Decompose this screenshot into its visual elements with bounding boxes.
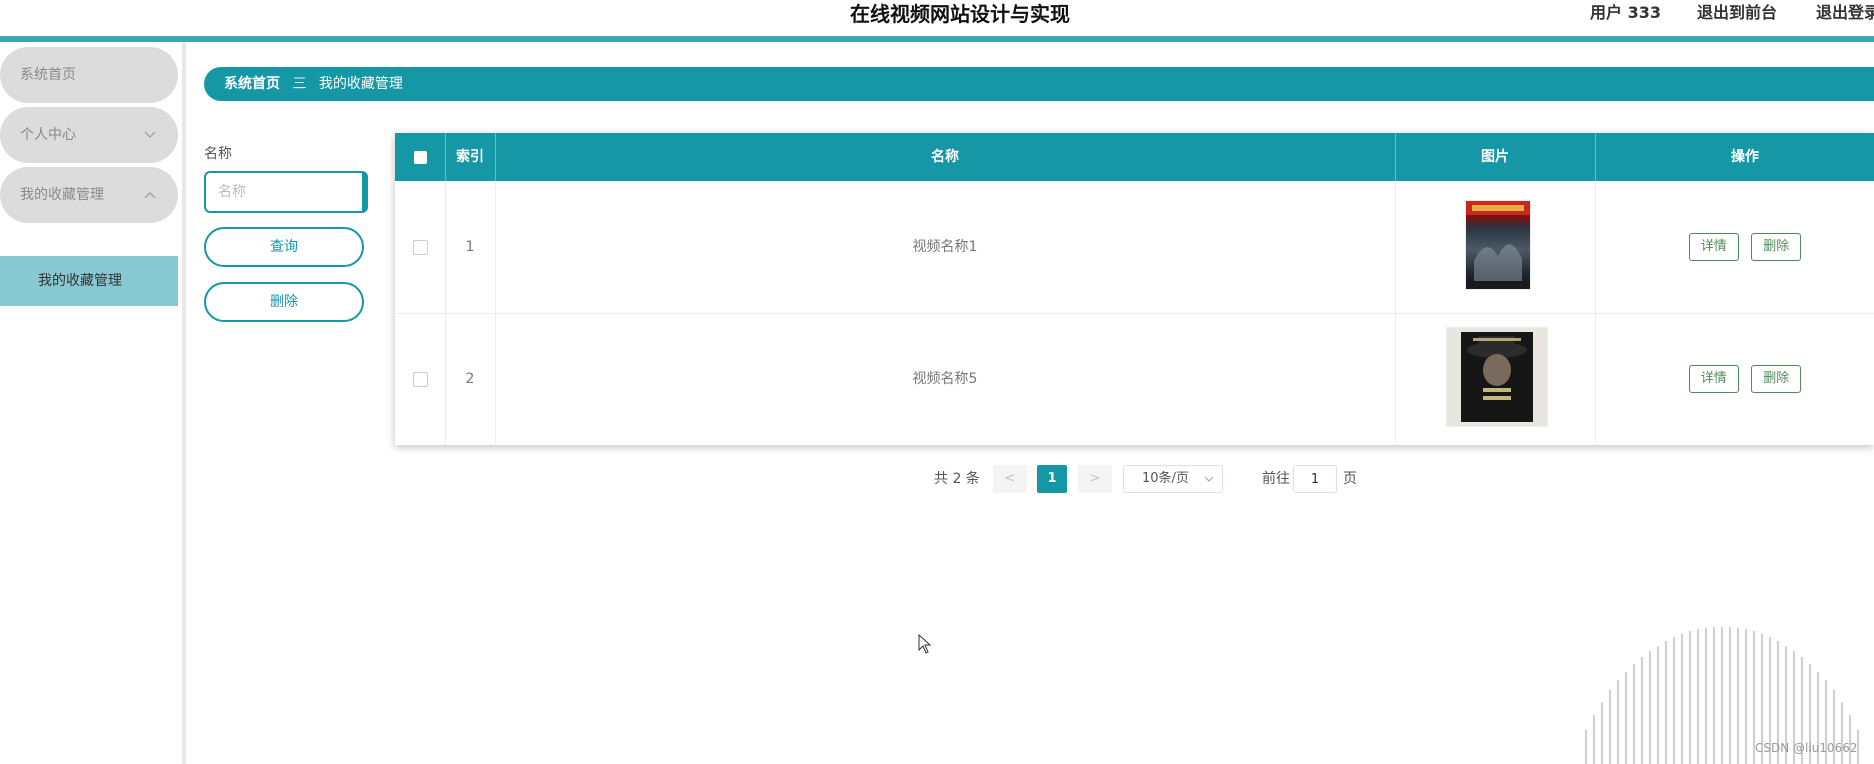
sidebar-item-label: 个人中心 bbox=[20, 127, 76, 143]
user-name: 用户 333 bbox=[1590, 3, 1661, 22]
watermark: CSDN @liu10662 bbox=[1755, 741, 1858, 755]
chevron-down-icon bbox=[144, 107, 156, 163]
query-button[interactable]: 查询 bbox=[204, 227, 364, 267]
row-actions: 详情 删除 bbox=[1595, 181, 1874, 313]
breadcrumb-separator-icon: 三 bbox=[292, 76, 307, 92]
chevron-down-icon bbox=[1204, 466, 1214, 503]
table-row: 1 视频名称1 详情 删除 bbox=[395, 181, 1874, 314]
row-actions: 详情 删除 bbox=[1595, 313, 1874, 445]
detail-button[interactable]: 详情 bbox=[1688, 233, 1739, 261]
video-poster-image bbox=[1446, 327, 1548, 427]
search-input[interactable] bbox=[204, 171, 368, 213]
batch-delete-button[interactable]: 删除 bbox=[204, 282, 364, 322]
mouse-cursor-icon bbox=[918, 634, 932, 654]
row-checkbox[interactable] bbox=[395, 313, 446, 445]
delete-button[interactable]: 删除 bbox=[1751, 365, 1802, 393]
row-name: 视频名称1 bbox=[495, 181, 1396, 313]
delete-button[interactable]: 删除 bbox=[1751, 233, 1802, 261]
logout-link[interactable]: 退出登录 bbox=[1816, 0, 1874, 26]
sidebar-subitem-favorites-manage[interactable]: 我的收藏管理 bbox=[0, 256, 178, 306]
favorites-table: 索引 名称 图片 操作 1 视频名称1 详情 删除 2 视频名称5 详情 删除 bbox=[395, 133, 1874, 445]
pagination-page-1[interactable]: 1 bbox=[1037, 465, 1067, 493]
breadcrumb: 系统首页 三 我的收藏管理 bbox=[204, 67, 1874, 101]
sidebar-item-home[interactable]: 系统首页 bbox=[0, 47, 178, 103]
table-row: 2 视频名称5 详情 删除 bbox=[395, 313, 1874, 445]
row-name: 视频名称5 bbox=[495, 313, 1396, 445]
column-header-index: 索引 bbox=[445, 133, 496, 181]
sidebar-item-label: 系统首页 bbox=[20, 67, 76, 83]
pagination-page-suffix: 页 bbox=[1343, 471, 1357, 487]
row-checkbox[interactable] bbox=[395, 181, 446, 313]
video-poster-image bbox=[1465, 200, 1531, 290]
breadcrumb-current: 我的收藏管理 bbox=[318, 76, 403, 92]
search-label: 名称 bbox=[204, 146, 232, 162]
sidebar-subitem-label: 我的收藏管理 bbox=[38, 273, 122, 289]
column-header-image: 图片 bbox=[1395, 133, 1596, 181]
page-size-select[interactable]: 10条/页 bbox=[1123, 465, 1223, 493]
sidebar-item-favorites[interactable]: 我的收藏管理 bbox=[0, 167, 178, 223]
sidebar-item-personal-center[interactable]: 个人中心 bbox=[0, 107, 178, 163]
pagination-goto-input[interactable] bbox=[1293, 465, 1337, 493]
chevron-up-icon bbox=[144, 167, 156, 223]
pagination-total: 共 2 条 bbox=[934, 471, 980, 487]
exit-to-front-link[interactable]: 退出到前台 bbox=[1697, 0, 1777, 26]
sidebar-item-label: 我的收藏管理 bbox=[20, 187, 104, 203]
table-header: 索引 名称 图片 操作 bbox=[395, 133, 1874, 181]
pagination-next-button[interactable]: > bbox=[1078, 465, 1112, 493]
pagination-goto-label: 前往 bbox=[1262, 471, 1290, 487]
column-header-name: 名称 bbox=[495, 133, 1396, 181]
breadcrumb-home[interactable]: 系统首页 bbox=[224, 76, 280, 92]
row-index: 1 bbox=[445, 181, 496, 313]
column-header-actions: 操作 bbox=[1731, 149, 1759, 165]
detail-button[interactable]: 详情 bbox=[1688, 365, 1739, 393]
row-index: 2 bbox=[445, 313, 496, 445]
select-all-checkbox[interactable] bbox=[395, 133, 446, 181]
pagination-prev-button[interactable]: < bbox=[993, 465, 1027, 493]
top-header: 在线视频网站设计与实现 用户 333 退出到前台 退出登录 bbox=[0, 0, 1874, 42]
sidebar: 系统首页 个人中心 我的收藏管理 我的收藏管理 bbox=[0, 42, 186, 764]
page-size-value: 10条/页 bbox=[1142, 471, 1189, 486]
